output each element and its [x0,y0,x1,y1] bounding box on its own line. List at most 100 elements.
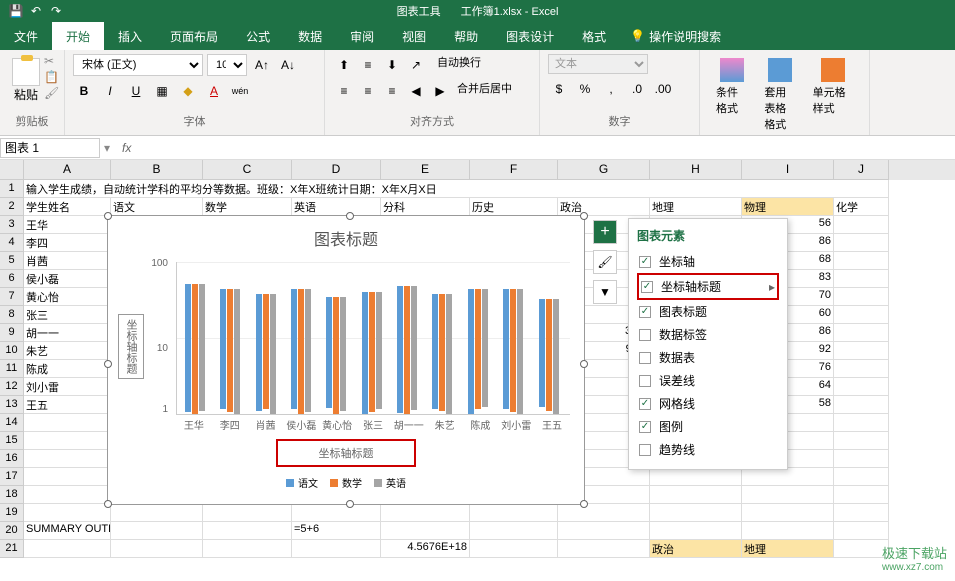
column-header[interactable]: J [834,160,889,180]
row-header[interactable]: 10 [0,342,24,360]
chart-bar[interactable] [185,284,191,412]
cell[interactable] [834,360,889,378]
row-header[interactable]: 2 [0,198,24,216]
chart-elements-button[interactable]: + [593,220,617,244]
cell[interactable]: 刘小雷 [24,378,111,396]
column-header[interactable]: D [292,160,381,180]
font-color-button[interactable]: A [203,80,225,102]
cell[interactable] [203,540,292,558]
chart-bar[interactable] [298,289,304,414]
increase-indent-icon[interactable]: ▶ [429,80,451,102]
cell[interactable]: 数学 [203,198,292,216]
column-header[interactable]: E [381,160,470,180]
cell[interactable]: 王五 [24,396,111,414]
save-icon[interactable]: 💾 [8,3,24,19]
checkbox-icon[interactable]: ✓ [639,306,651,318]
chart-bar[interactable] [468,289,474,414]
chart-title[interactable]: 图表标题 [118,226,574,250]
cell[interactable] [24,414,111,432]
cell[interactable]: 语文 [111,198,203,216]
cell[interactable] [292,504,381,522]
tab-file[interactable]: 文件 [0,22,52,50]
font-name-select[interactable]: 宋体 (正文) [73,54,203,76]
cell[interactable] [111,504,203,522]
cell[interactable]: 朱艺 [24,342,111,360]
chart-bar[interactable] [291,289,297,409]
cell[interactable] [834,288,889,306]
tab-data[interactable]: 数据 [284,22,336,50]
phonetic-button[interactable]: wén [229,80,251,102]
row-header[interactable]: 19 [0,504,24,522]
chart-bar[interactable] [482,289,488,406]
cell[interactable] [834,414,889,432]
resize-handle[interactable] [580,360,588,368]
cell[interactable] [834,468,889,486]
cell[interactable]: 侯小磊 [24,270,111,288]
cell[interactable] [742,522,834,540]
cell[interactable] [650,522,742,540]
decrease-font-icon[interactable]: A↓ [277,54,299,76]
checkbox-icon[interactable] [639,329,651,341]
tab-view[interactable]: 视图 [388,22,440,50]
cell[interactable]: 王华 [24,216,111,234]
x-axis-title[interactable]: 坐标轴标题 [276,439,416,467]
chart-bar[interactable] [546,299,552,411]
cell[interactable]: 4.5676E+18 [381,540,470,558]
cell[interactable]: 政治 [558,198,650,216]
row-header[interactable]: 11 [0,360,24,378]
checkbox-icon[interactable] [639,352,651,364]
align-right-icon[interactable]: ≡ [381,80,403,102]
cell[interactable] [834,450,889,468]
cell[interactable] [24,432,111,450]
column-header[interactable]: F [470,160,558,180]
chart-bar[interactable] [404,286,410,414]
chart-bar[interactable] [326,297,332,409]
resize-handle[interactable] [104,360,112,368]
cell-styles-button[interactable]: 单元格样式 [805,54,861,136]
column-header[interactable]: C [203,160,292,180]
font-size-select[interactable]: 10 [207,54,247,76]
cell[interactable]: 政治 [650,540,742,558]
cell[interactable]: 地理 [742,540,834,558]
chart-bar[interactable] [411,286,417,411]
checkbox-icon[interactable]: ✓ [639,256,651,268]
tab-formulas[interactable]: 公式 [232,22,284,50]
row-header[interactable]: 6 [0,270,24,288]
chart-element-option[interactable]: ✓图例 [637,415,779,438]
row-header[interactable]: 13 [0,396,24,414]
cell[interactable] [558,540,650,558]
tab-chart-design[interactable]: 图表设计 [492,22,568,50]
row-header[interactable]: 16 [0,450,24,468]
row-header[interactable]: 3 [0,216,24,234]
chart-element-option[interactable]: ✓图表标题 [637,300,779,323]
chart-legend[interactable]: 语文 数学 英语 [118,471,574,494]
chart-bar[interactable] [263,294,269,409]
dropdown-icon[interactable]: ▾ [100,141,114,155]
cell[interactable]: =5+6 [292,522,381,540]
chart-bar[interactable] [439,294,445,411]
table-format-button[interactable]: 套用 表格格式 [756,54,804,136]
cell[interactable]: 陈成 [24,360,111,378]
tab-review[interactable]: 审阅 [336,22,388,50]
row-header[interactable]: 14 [0,414,24,432]
cell[interactable]: SUMMARY OUTPUT [24,522,111,540]
column-header[interactable]: B [111,160,203,180]
cell[interactable] [742,504,834,522]
cell[interactable] [558,522,650,540]
fill-color-button[interactable]: ◆ [177,80,199,102]
cell[interactable] [24,450,111,468]
tab-format[interactable]: 格式 [568,22,620,50]
increase-decimal-icon[interactable]: .0 [626,78,648,100]
chart-bar[interactable] [270,294,276,414]
cell[interactable] [834,378,889,396]
decrease-indent-icon[interactable]: ◀ [405,80,427,102]
number-format-select[interactable]: 文本 [548,54,648,74]
decrease-decimal-icon[interactable]: .00 [652,78,674,100]
tab-home[interactable]: 开始 [52,22,104,50]
cell[interactable]: 化学 [834,198,889,216]
column-header[interactable]: H [650,160,742,180]
wrap-text-button[interactable]: 自动换行 [437,54,481,76]
formula-bar[interactable] [139,138,955,157]
chart-bar[interactable] [446,294,452,414]
chart-bar[interactable] [199,284,205,412]
